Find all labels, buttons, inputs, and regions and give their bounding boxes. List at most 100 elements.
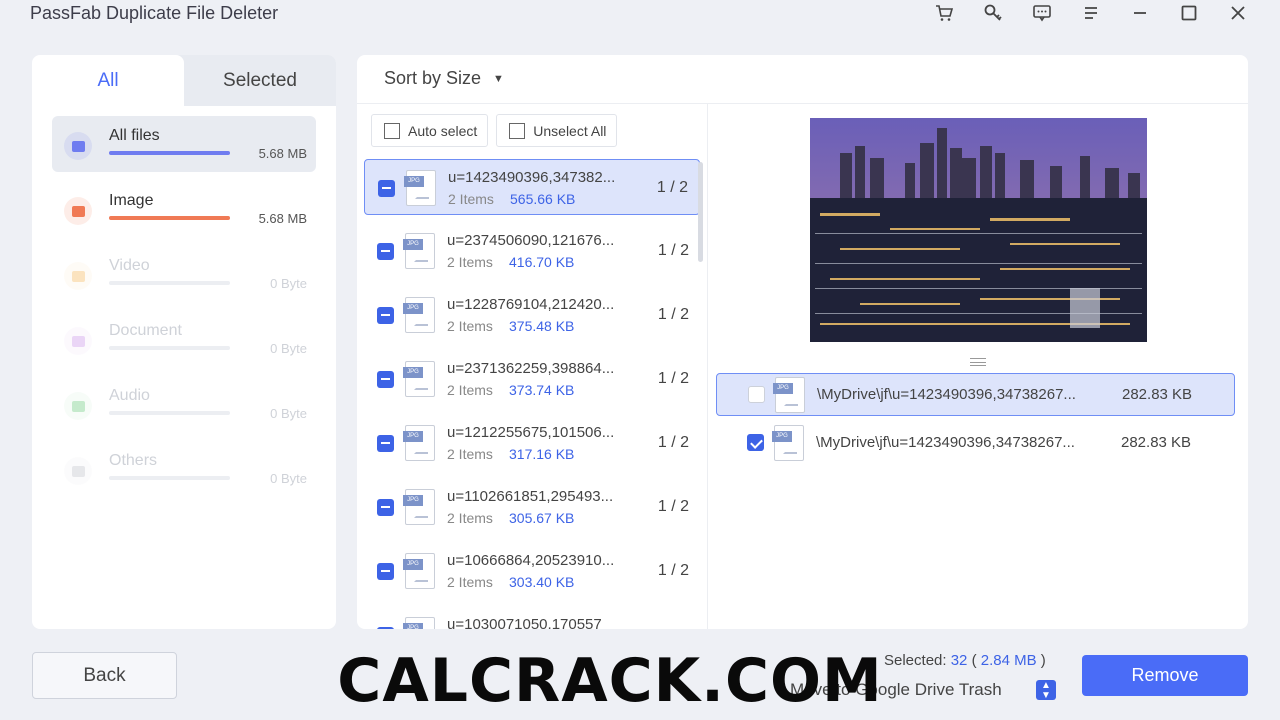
tab-all[interactable]: All [32, 55, 184, 106]
selected-size: 2.84 MB [980, 652, 1037, 669]
app-title: PassFab Duplicate File Deleter [30, 3, 279, 23]
group-size: 303.40 KB [509, 574, 575, 590]
group-checkbox[interactable] [377, 307, 394, 324]
jpg-file-icon: JPG [403, 425, 435, 461]
group-file-name: u=1102661851,295493... [447, 488, 614, 505]
jpg-file-icon: JPG [403, 233, 435, 269]
sort-dropdown[interactable]: Sort by Size [384, 68, 481, 89]
group-checkbox[interactable] [377, 627, 394, 629]
back-button[interactable]: Back [32, 652, 177, 699]
duplicate-group-row[interactable]: JPG u=10666864,20523910... 2 Items 303.40 K… [364, 543, 700, 599]
duplicate-group-row[interactable]: JPG u=2371362259,398864... 2 Items 373.74 K… [364, 351, 700, 407]
resize-handle[interactable] [970, 358, 986, 366]
category-progress [109, 216, 230, 220]
image-icon [64, 197, 92, 225]
group-size: 373.74 KB [509, 382, 575, 398]
group-checkbox[interactable] [378, 180, 395, 197]
group-size: 375.48 KB [509, 318, 575, 334]
close-icon[interactable] [1213, 2, 1262, 24]
category-size: 0 Byte [270, 341, 307, 356]
category-list: All files 5.68 MB Image 5.68 MB Video 0 Byte D… [32, 106, 336, 497]
group-size: 416.70 KB [509, 254, 575, 270]
menu-icon[interactable] [1066, 2, 1115, 24]
auto-select-button[interactable]: Auto select [371, 114, 489, 147]
key-icon[interactable] [968, 2, 1017, 24]
file-checkbox[interactable] [748, 386, 765, 403]
selected-summary: Selected: 32 ( 2.84 MB ) [884, 652, 1046, 669]
watermark-text: CALCRACK.COM [337, 645, 883, 716]
category-item[interactable]: All files 5.68 MB [52, 116, 316, 172]
category-label: Video [109, 257, 150, 274]
document-icon [64, 327, 92, 355]
group-ratio: 1 / 2 [657, 370, 689, 387]
group-ratio: 1 / 2 [657, 242, 689, 259]
category-item[interactable]: Audio 0 Byte [52, 376, 316, 432]
group-checkbox[interactable] [377, 371, 394, 388]
category-panel: All Selected All files 5.68 MB Image 5.68 M… [32, 55, 336, 629]
group-checkbox[interactable] [377, 499, 394, 516]
category-item[interactable]: Others 0 Byte [52, 441, 316, 497]
group-file-name: u=1228769104,212420... [447, 296, 615, 313]
duplicate-group-row[interactable]: JPG u=1423490396,347382... 2 Items 565.66 K… [364, 159, 700, 215]
category-progress [109, 346, 230, 350]
category-size: 5.68 MB [258, 211, 307, 226]
group-file-name: u=1423490396,347382... [448, 169, 616, 186]
window-controls [919, 2, 1262, 24]
updown-select-icon[interactable]: ▲ ▼ [1036, 680, 1056, 701]
feedback-icon[interactable] [1017, 2, 1066, 24]
duplicate-file-row[interactable]: JPG \MyDrive\jf\u=1423490396,34738267... 2… [716, 373, 1235, 416]
category-tabs: All Selected [32, 55, 336, 106]
group-item-count: 2 Items [447, 254, 493, 270]
preview-image [810, 118, 1147, 342]
unselect-icon [509, 122, 526, 139]
maximize-icon[interactable] [1164, 2, 1213, 24]
category-label: Document [109, 322, 182, 339]
jpg-file-icon: JPG [403, 489, 435, 525]
group-checkbox[interactable] [377, 435, 394, 452]
title-bar: PassFab Duplicate File Deleter [0, 0, 1280, 28]
jpg-file-icon: JPG [403, 617, 435, 629]
duplicate-group-row[interactable]: JPG u=1212255675,101506... 2 Items 317.16 K… [364, 415, 700, 471]
jpg-file-icon: JPG [403, 553, 435, 589]
category-size: 0 Byte [270, 471, 307, 486]
group-ratio: 1 / 2 [657, 562, 689, 579]
file-checkbox[interactable] [747, 434, 764, 451]
category-label: Others [109, 452, 158, 469]
group-file-name: u=2374506090,121676... [447, 232, 615, 249]
group-file-name: u=2371362259,398864... [447, 360, 615, 377]
group-ratio: 1 / 2 [657, 434, 689, 451]
group-item-count: 2 Items [447, 574, 493, 590]
duplicate-group-list: Auto select Unselect All JPG u=1423490396… [357, 104, 708, 629]
unselect-all-button[interactable]: Unselect All [496, 114, 618, 147]
folder-icon [64, 132, 92, 160]
selected-count: 32 [950, 652, 968, 669]
caret-down-icon[interactable]: ▼ [493, 73, 504, 85]
group-checkbox[interactable] [377, 243, 394, 260]
category-size: 5.68 MB [258, 146, 307, 161]
category-item[interactable]: Video 0 Byte [52, 246, 316, 302]
auto-select-label: Auto select [408, 122, 478, 139]
category-item[interactable]: Document 0 Byte [52, 311, 316, 367]
group-item-count: 2 Items [447, 318, 493, 334]
cart-icon[interactable] [919, 2, 968, 24]
category-progress [109, 151, 230, 155]
jpg-file-icon: JPG [403, 361, 435, 397]
category-size: 0 Byte [270, 276, 307, 291]
jpg-file-icon: JPG [404, 170, 436, 206]
duplicate-group-row[interactable]: JPG u=2374506090,121676... 2 Items 416.70 K… [364, 223, 700, 279]
category-item[interactable]: Image 5.68 MB [52, 181, 316, 237]
duplicate-group-row[interactable]: JPG u=1030071050,170557 [364, 607, 700, 629]
group-checkbox[interactable] [377, 563, 394, 580]
group-size: 317.16 KB [509, 446, 575, 462]
minimize-icon[interactable] [1115, 2, 1164, 24]
category-progress [109, 476, 230, 480]
auto-select-icon [384, 122, 400, 139]
duplicate-group-row[interactable]: JPG u=1102661851,295493... 2 Items 305.67 K… [364, 479, 700, 535]
scrollbar-thumb[interactable] [698, 162, 703, 262]
category-size: 0 Byte [270, 406, 307, 421]
duplicate-file-row[interactable]: JPG \MyDrive\jf\u=1423490396,34738267... 2… [716, 422, 1235, 465]
remove-button[interactable]: Remove [1082, 655, 1248, 696]
video-icon [64, 262, 92, 290]
tab-selected[interactable]: Selected [184, 55, 336, 106]
duplicate-group-row[interactable]: JPG u=1228769104,212420... 2 Items 375.48 K… [364, 287, 700, 343]
